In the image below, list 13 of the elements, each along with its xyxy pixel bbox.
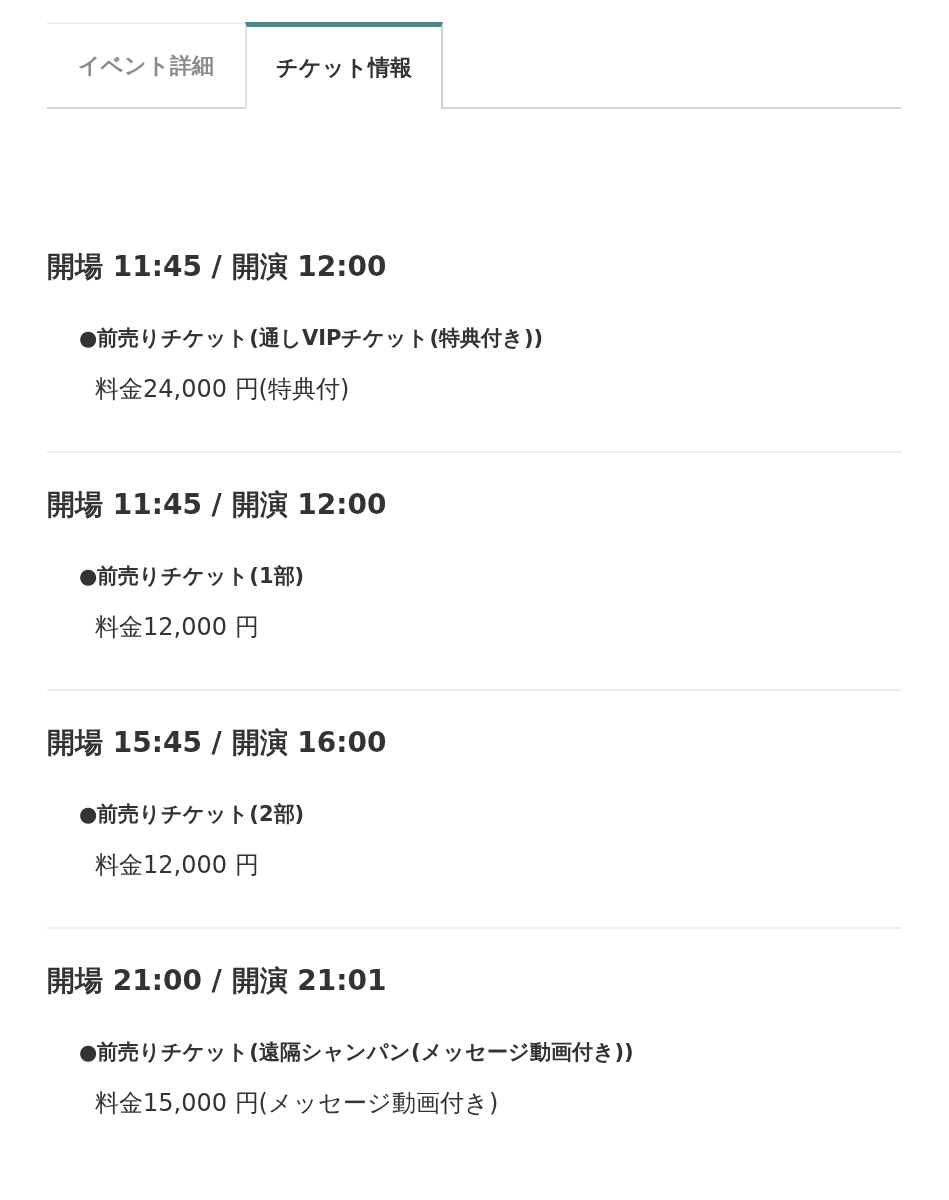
- session-time: 開場 11:45 / 開演 12:00: [47, 249, 388, 285]
- ticket-price: 料金24,000 円(特典付): [95, 374, 351, 405]
- ticket-price: 料金12,000 円: [95, 612, 260, 643]
- ticket-name: ●前売りチケット(1部): [79, 563, 306, 590]
- session-time: 開場 21:00 / 開演 21:01: [47, 963, 388, 999]
- session-time: 開場 11:45 / 開演 12:00: [47, 487, 388, 523]
- ticket-name: ●前売りチケット(通しVIPチケット(特典付き)): [79, 325, 545, 352]
- ticket-price: 料金15,000 円(メッセージ動画付き): [95, 1088, 500, 1119]
- tab[interactable]: チケット情報: [245, 22, 443, 109]
- session-time: 開場 15:45 / 開演 16:00: [47, 725, 388, 761]
- ticket-name: ●前売りチケット(2部): [79, 801, 306, 828]
- ticket-name: ●前売りチケット(遠隔シャンパン(メッセージ動画付き)): [79, 1039, 635, 1066]
- ticket-price: 料金12,000 円: [95, 850, 260, 881]
